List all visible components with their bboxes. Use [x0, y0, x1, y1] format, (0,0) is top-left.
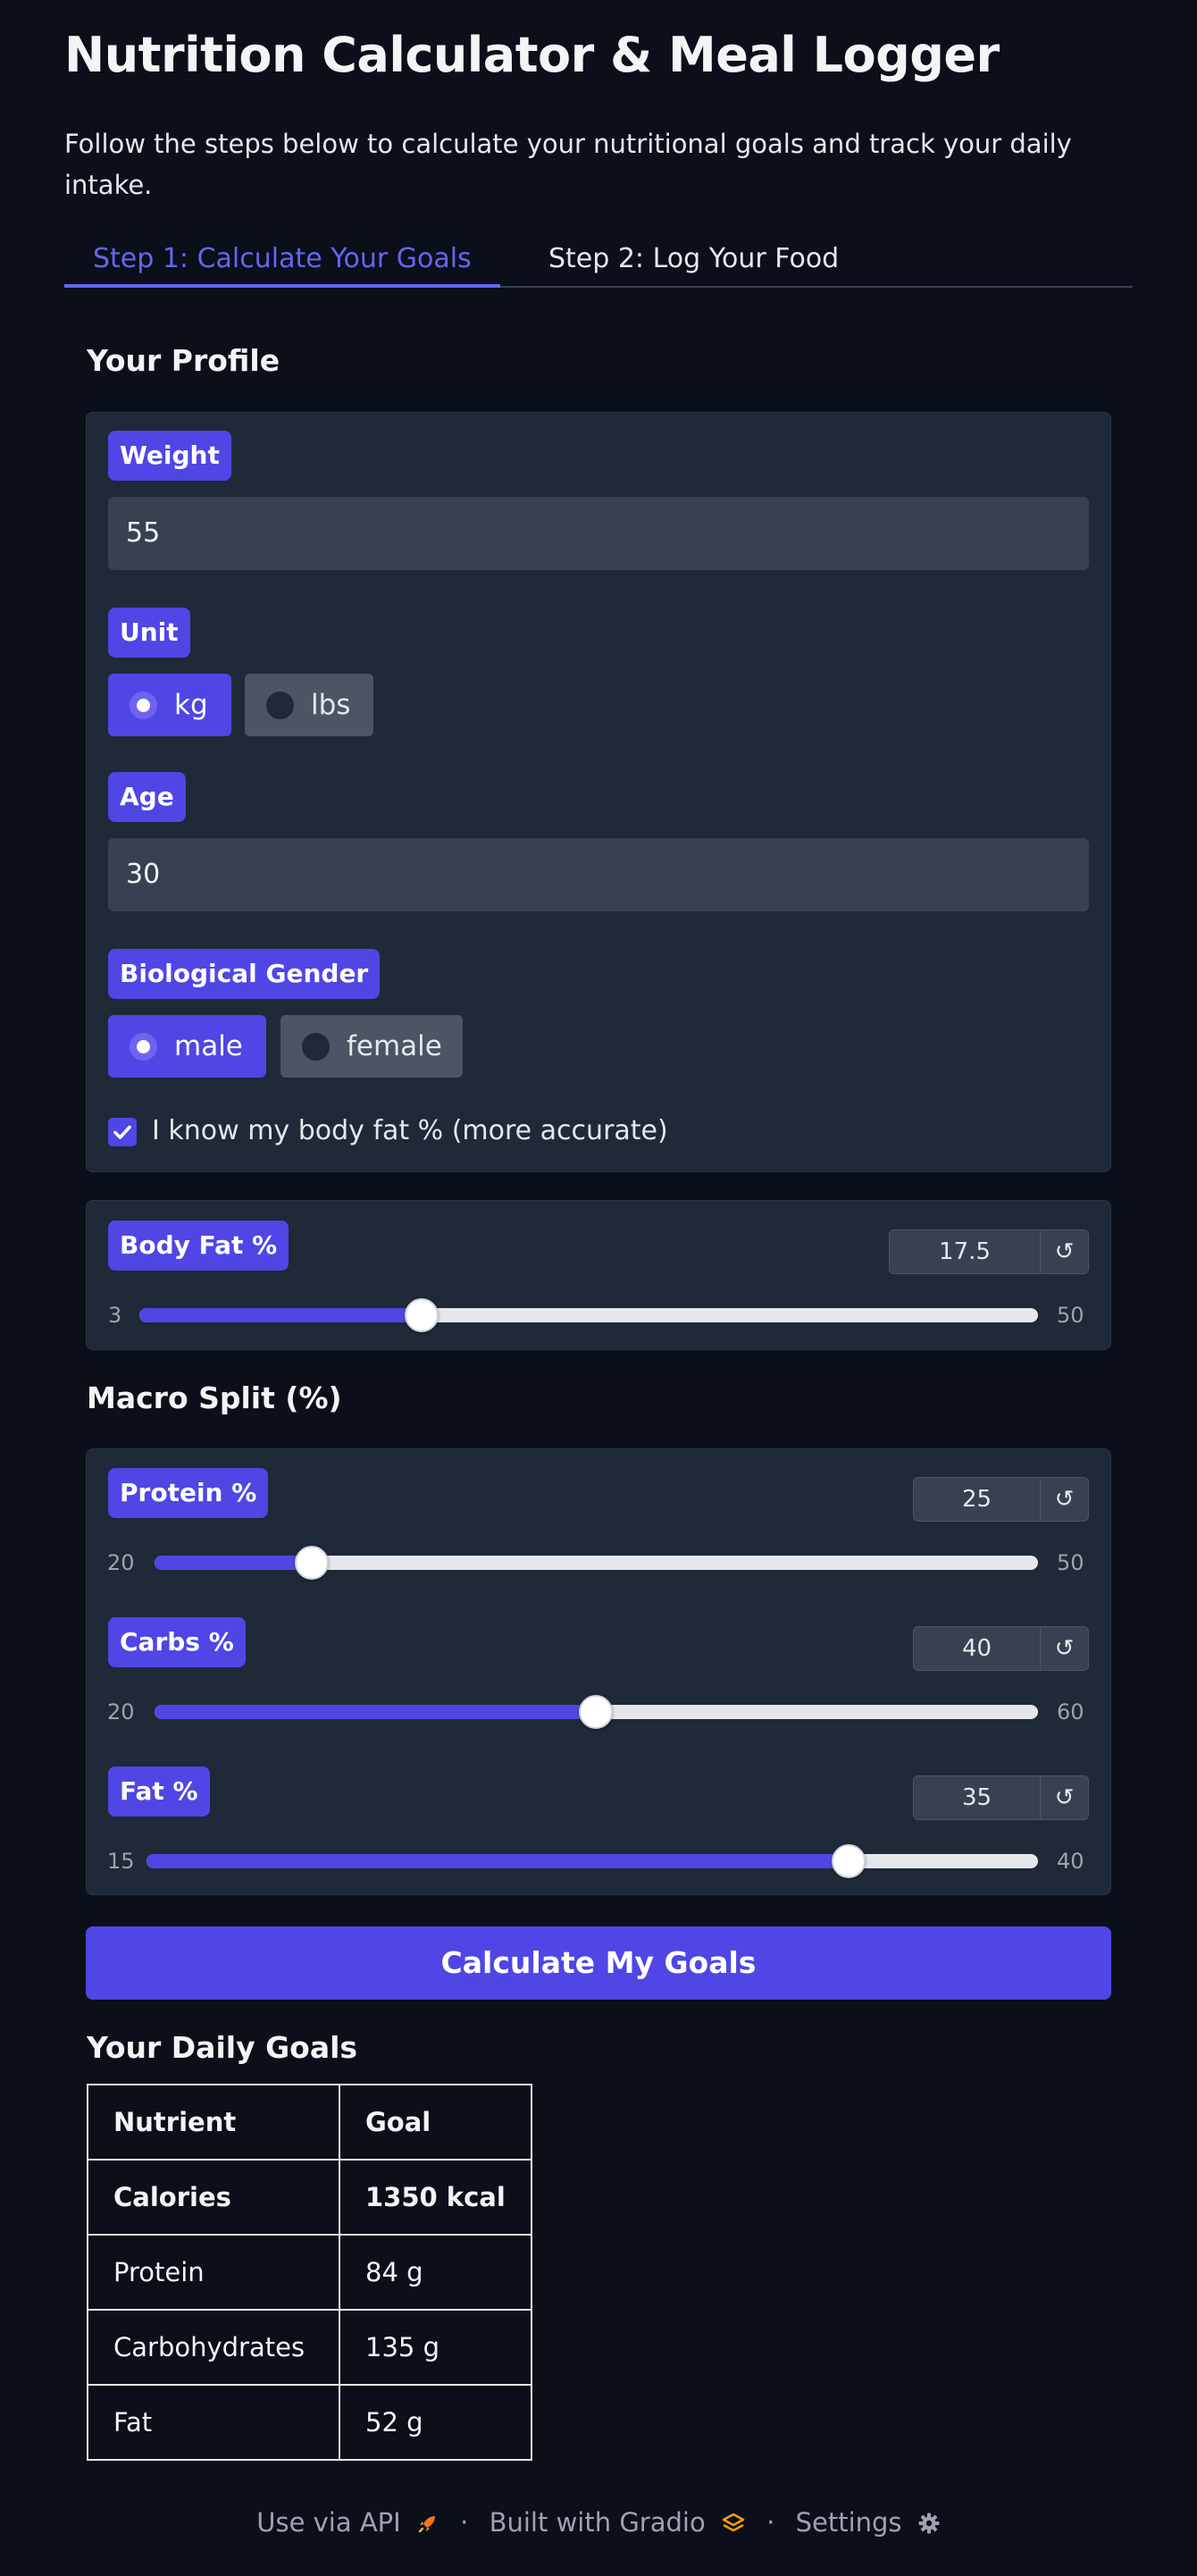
footer-separator: ·	[766, 2507, 775, 2538]
reset-icon: ↺	[1054, 1635, 1075, 1662]
fat-slider-track[interactable]	[146, 1854, 1038, 1868]
table-header-cell: Nutrient	[87, 2084, 340, 2161]
age-input[interactable]: 30	[108, 838, 1089, 911]
page-description: Follow the steps below to calculate your…	[64, 129, 1072, 200]
weight-label: Weight	[108, 431, 231, 481]
footer: Use via API · Built with Gradio · Settin…	[0, 2507, 1197, 2538]
fat-max: 40	[1057, 1849, 1084, 1874]
protein-slider-track[interactable]	[155, 1556, 1038, 1570]
profile-section-title: Your Profile	[87, 343, 280, 378]
gear-icon	[918, 2513, 940, 2534]
goals-table: Nutrient Goal Calories 1350 kcal Protein…	[87, 2084, 532, 2461]
table-cell: 135 g	[339, 2309, 532, 2386]
fat-min: 15	[107, 1849, 135, 1874]
table-row: Calories 1350 kcal	[87, 2159, 532, 2236]
bodyfat-checkbox[interactable]	[108, 1118, 137, 1146]
bodyfat-value: 17.5	[939, 1238, 991, 1265]
fat-value: 35	[961, 1784, 992, 1811]
protein-max: 50	[1057, 1550, 1084, 1575]
footer-gradio-link[interactable]: Built with Gradio	[490, 2507, 755, 2538]
reset-icon: ↺	[1054, 1486, 1075, 1513]
tab-log-food[interactable]: Step 2: Log Your Food	[520, 234, 867, 288]
bodyfat-min: 3	[108, 1303, 122, 1328]
radio-selected-icon	[130, 692, 157, 719]
protein-label: Protein %	[108, 1468, 269, 1518]
gender-option-female[interactable]: female	[280, 1015, 463, 1078]
protein-slider-thumb[interactable]	[295, 1546, 329, 1580]
calculate-goals-button[interactable]: Calculate My Goals	[86, 1926, 1111, 2000]
fat-slider-fill	[146, 1854, 849, 1868]
bodyfat-reset-button[interactable]: ↺	[1040, 1230, 1088, 1273]
table-cell: Protein	[87, 2234, 340, 2311]
radio-selected-icon	[130, 1033, 157, 1061]
table-cell: 52 g	[339, 2384, 532, 2461]
weight-input[interactable]: 55	[108, 497, 1089, 570]
goals-section-title: Your Daily Goals	[87, 2030, 358, 2065]
page-title: Nutrition Calculator & Meal Logger	[64, 27, 1000, 83]
macro-section-title: Macro Split (%)	[87, 1380, 342, 1415]
carbs-reset-button[interactable]: ↺	[1040, 1627, 1088, 1670]
tab-calculate-goals[interactable]: Step 1: Calculate Your Goals	[64, 234, 500, 288]
carbs-min: 20	[107, 1699, 135, 1724]
protein-number-input[interactable]: 25 ↺	[913, 1477, 1089, 1522]
rocket-icon	[418, 2516, 435, 2533]
unit-option-kg-label: kg	[174, 689, 208, 721]
unit-option-kg[interactable]: kg	[108, 674, 231, 736]
unit-label: Unit	[108, 608, 190, 658]
footer-settings-link[interactable]: Settings	[796, 2507, 941, 2538]
table-cell: Fat	[87, 2384, 340, 2461]
bodyfat-label: Body Fat %	[108, 1221, 289, 1271]
bodyfat-slider-track[interactable]	[139, 1308, 1038, 1322]
table-row: Fat 52 g	[87, 2384, 532, 2461]
carbs-slider-fill	[155, 1705, 596, 1719]
table-header-cell: Goal	[339, 2084, 532, 2161]
table-cell: Carbohydrates	[87, 2309, 340, 2386]
footer-separator: ·	[460, 2507, 469, 2538]
table-cell: Calories	[87, 2159, 340, 2236]
check-icon	[113, 1125, 131, 1139]
gender-option-female-label: female	[347, 1030, 442, 1062]
fat-reset-button[interactable]: ↺	[1040, 1776, 1088, 1819]
reset-icon: ↺	[1054, 1238, 1075, 1265]
radio-unselected-icon	[266, 692, 294, 719]
footer-api-label: Use via API	[256, 2507, 401, 2538]
bodyfat-number-input[interactable]: 17.5 ↺	[889, 1229, 1089, 1274]
gender-label: Biological Gender	[108, 949, 381, 999]
protein-reset-button[interactable]: ↺	[1040, 1478, 1088, 1521]
footer-settings-label: Settings	[795, 2507, 902, 2538]
footer-api-link[interactable]: Use via API	[256, 2507, 448, 2538]
age-label: Age	[108, 772, 186, 822]
reset-icon: ↺	[1054, 1784, 1075, 1811]
table-row: Carbohydrates 135 g	[87, 2309, 532, 2386]
fat-label: Fat %	[108, 1766, 210, 1817]
bodyfat-max: 50	[1057, 1303, 1084, 1328]
table-cell: 1350 kcal	[339, 2159, 532, 2236]
protein-slider-fill	[155, 1556, 312, 1570]
protein-min: 20	[107, 1550, 135, 1575]
table-header-row: Nutrient Goal	[87, 2084, 532, 2161]
unit-option-lbs[interactable]: lbs	[245, 674, 373, 736]
fat-slider-thumb[interactable]	[832, 1844, 866, 1878]
radio-unselected-icon	[302, 1033, 330, 1061]
gender-option-male-label: male	[174, 1030, 243, 1062]
footer-built-label: Built with Gradio	[489, 2507, 706, 2538]
gender-option-male[interactable]: male	[108, 1015, 266, 1078]
gradio-logo-icon	[722, 2513, 745, 2532]
carbs-label: Carbs %	[108, 1617, 246, 1667]
carbs-slider-thumb[interactable]	[579, 1695, 613, 1729]
fat-number-input[interactable]: 35 ↺	[913, 1775, 1089, 1820]
carbs-max: 60	[1057, 1699, 1084, 1724]
unit-option-lbs-label: lbs	[311, 689, 351, 721]
bodyfat-slider-fill	[139, 1308, 422, 1322]
carbs-number-input[interactable]: 40 ↺	[913, 1626, 1089, 1671]
bodyfat-slider-thumb[interactable]	[405, 1298, 439, 1332]
table-row: Protein 84 g	[87, 2234, 532, 2311]
protein-value: 25	[961, 1486, 992, 1513]
carbs-value: 40	[961, 1635, 992, 1662]
bodyfat-checkbox-label: I know my body fat % (more accurate)	[152, 1115, 668, 1146]
table-cell: 84 g	[339, 2234, 532, 2311]
tab-bar: Step 1: Calculate Your Goals Step 2: Log…	[64, 234, 1133, 288]
